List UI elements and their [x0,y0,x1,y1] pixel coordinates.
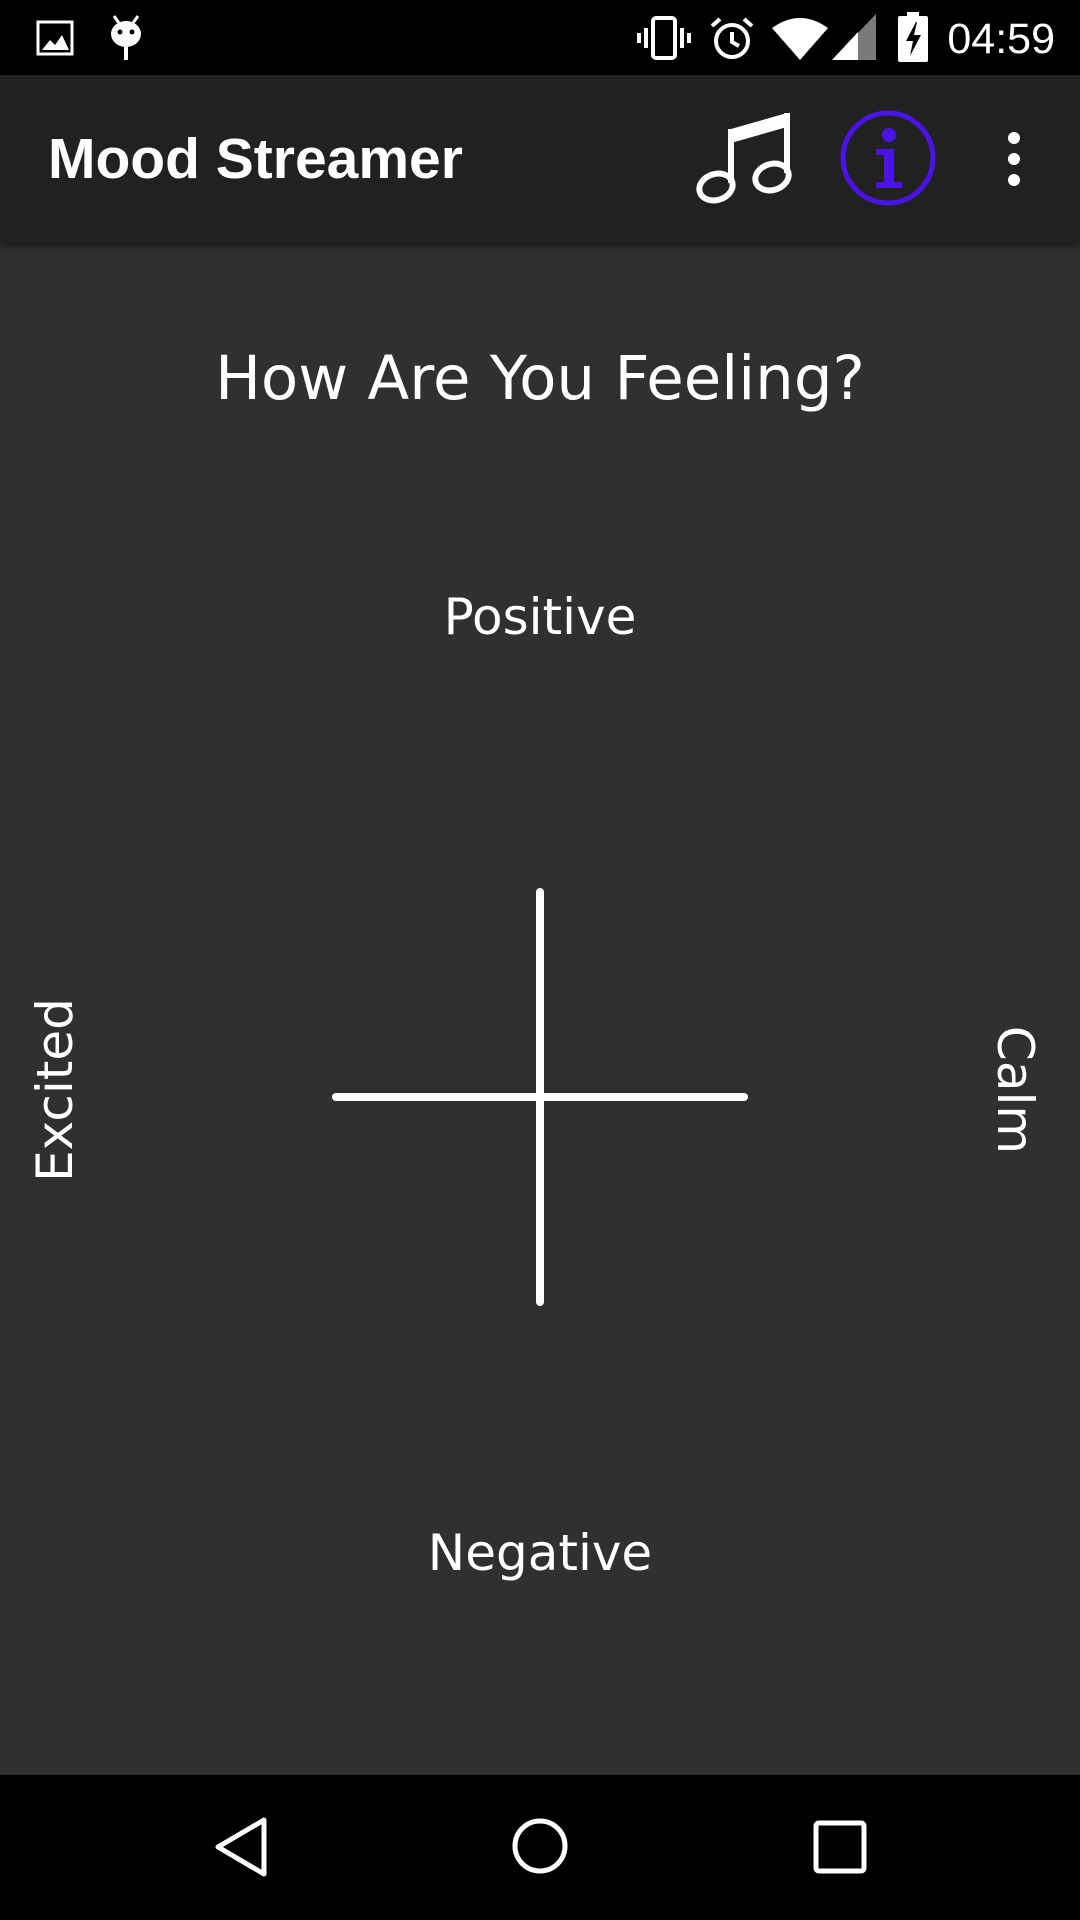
negative-label: Negative [427,1524,653,1582]
vibrate-icon [637,16,691,60]
app-toolbar: Mood Streamer [0,75,1080,243]
info-icon[interactable] [838,108,938,208]
status-bar: 04:59 [0,0,1080,75]
navigation-bar [0,1775,1080,1920]
home-icon[interactable] [510,1816,570,1876]
wifi-icon [772,18,828,60]
music-note-icon[interactable] [692,109,796,209]
back-icon[interactable] [212,1815,272,1879]
positive-label: Positive [443,588,637,646]
mood-picker-area[interactable]: How Are You Feeling? Positive Negative E… [0,243,1080,1775]
calm-label: Calm [986,1025,1044,1155]
excited-label: Excited [26,998,84,1182]
image-notification-icon [36,20,74,56]
battery-charging-icon [898,12,928,62]
alarm-icon [710,17,754,59]
app-title: Mood Streamer [48,127,463,191]
android-debug-icon [111,15,141,60]
overflow-menu-icon[interactable] [996,129,1032,189]
cell-signal-icon [832,14,876,60]
mood-crosshair[interactable] [330,888,750,1308]
status-time: 04:59 [947,15,1055,63]
mood-question: How Are You Feeling? [215,343,865,414]
recents-icon[interactable] [812,1819,868,1875]
